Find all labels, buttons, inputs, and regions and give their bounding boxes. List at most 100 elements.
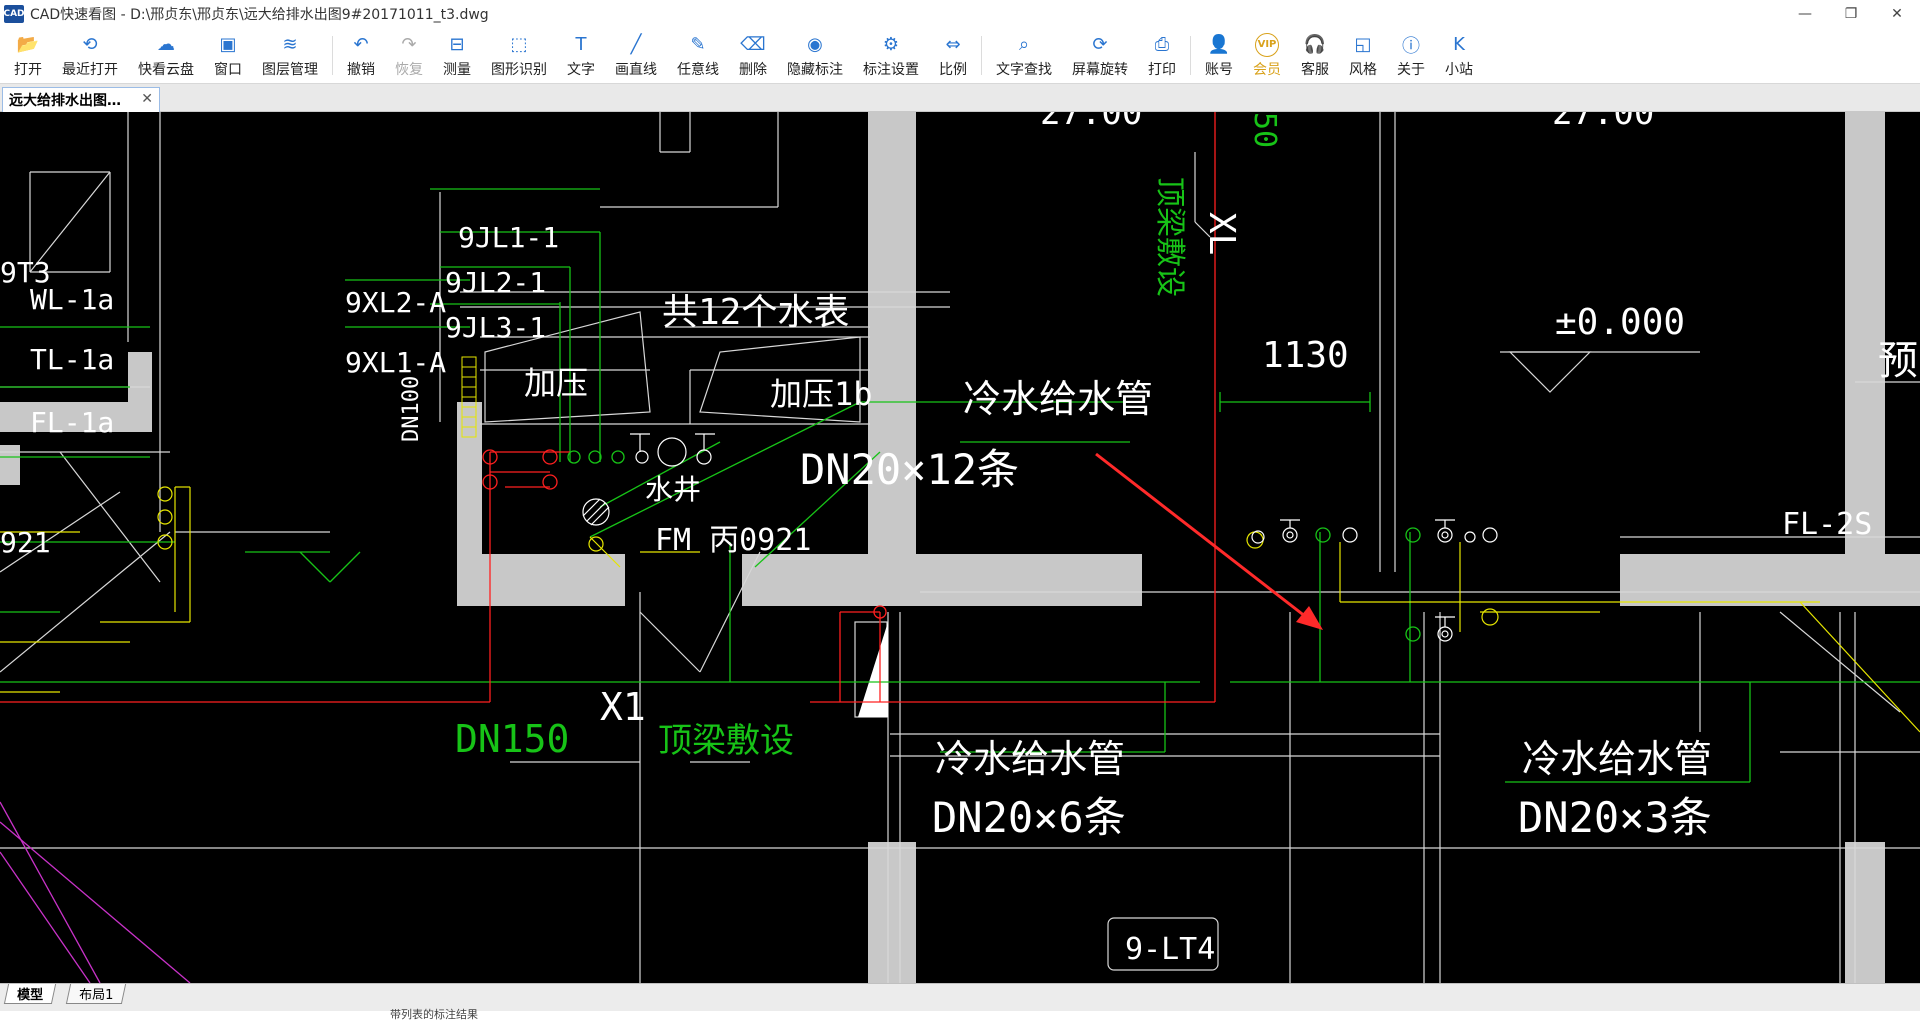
draw-line-icon: ╱ bbox=[630, 34, 642, 55]
toolbar-label: 图形识别 bbox=[491, 61, 547, 78]
toolbar-label: 会员 bbox=[1253, 61, 1281, 78]
toolbar-label: 隐藏标注 bbox=[787, 61, 843, 78]
tab-model[interactable]: 模型 bbox=[3, 984, 57, 1004]
text-search-button[interactable]: ⌕ 文字查找 bbox=[986, 28, 1062, 83]
pen-icon: ✎ bbox=[690, 34, 706, 55]
wall-column bbox=[128, 352, 152, 432]
toolbar-label: 文字查找 bbox=[996, 61, 1052, 78]
toolbar-label: 客服 bbox=[1301, 61, 1329, 78]
pen-button[interactable]: ✎ 任意线 bbox=[667, 28, 729, 83]
toolbar-label: 风格 bbox=[1349, 61, 1377, 78]
label-9xl1-a: 9XL1-A bbox=[345, 346, 446, 379]
toolbar-label: 测量 bbox=[443, 61, 471, 78]
app-logo-icon: CAD bbox=[3, 5, 25, 23]
toolbar-label: 标注设置 bbox=[863, 61, 919, 78]
toolbar-label: 快看云盘 bbox=[138, 61, 194, 78]
eye-button[interactable]: ◉ 隐藏标注 bbox=[777, 28, 853, 83]
label-cold-water-2: 冷水给水管 bbox=[935, 737, 1125, 781]
window-icon: ▣ bbox=[219, 34, 237, 55]
folder-open-icon: 📂 bbox=[16, 34, 40, 55]
cad-canvas[interactable]: 9JL1-1 9JL2-1 9JL3-1 9XL2-A 9XL1-A DN100… bbox=[0, 112, 1920, 983]
user-button[interactable]: 👤 账号 bbox=[1195, 28, 1243, 83]
label-fm: FM 丙0921 bbox=[655, 523, 811, 558]
close-button[interactable]: ✕ bbox=[1874, 0, 1920, 28]
main-toolbar: 📂 打开 ⟲ 最近打开 ☁ 快看云盘 ▣ 窗口 ≋ 图层管理 ↶ 撤销 ↷ 恢复 ⊟ 测量 ⬚ 图形识别 T 文字 ╱ 画… bbox=[0, 28, 1920, 84]
wall-segment bbox=[1620, 554, 1920, 606]
annotation-settings-button[interactable]: ⚙ 标注设置 bbox=[853, 28, 929, 83]
user-icon: 👤 bbox=[1207, 34, 1231, 55]
walls bbox=[0, 112, 1920, 983]
layers-button[interactable]: ≋ 图层管理 bbox=[252, 28, 328, 83]
label-beam-laying-1: 顶梁敷设 bbox=[658, 721, 794, 761]
window-controls: — ❐ ✕ bbox=[1782, 0, 1920, 28]
scale-button[interactable]: ⇔ 比例 bbox=[929, 28, 977, 83]
station-icon: K bbox=[1453, 34, 1465, 55]
label-921: 921 bbox=[0, 526, 51, 559]
status-text: 带列表的标注结果 bbox=[390, 1008, 478, 1021]
history-icon: ⟲ bbox=[82, 34, 98, 55]
eraser-icon: ⌫ bbox=[740, 34, 766, 55]
eraser-button[interactable]: ⌫ 删除 bbox=[729, 28, 777, 83]
label-9t3: 9T3 bbox=[0, 256, 51, 289]
window-button[interactable]: ▣ 窗口 bbox=[204, 28, 252, 83]
wall-column bbox=[868, 842, 916, 983]
layout-tab-bar: 模型 布局1 带列表的标注结果 bbox=[0, 983, 1920, 1021]
headset-button[interactable]: 🎧 客服 bbox=[1291, 28, 1339, 83]
restore-button[interactable]: ❐ bbox=[1828, 0, 1874, 28]
document-tab[interactable]: 远大给排水出图… ✕ bbox=[2, 87, 160, 112]
label-50: 50 bbox=[1247, 112, 1282, 148]
toolbar-label: 打开 bbox=[14, 61, 42, 78]
toolbar-label: 关于 bbox=[1397, 61, 1425, 78]
toolbar-separator bbox=[332, 36, 333, 75]
label-elev-top-2: 27.00 bbox=[1552, 112, 1654, 133]
toolbar-label: 小站 bbox=[1445, 61, 1473, 78]
label-dim-1130: 1130 bbox=[1262, 335, 1349, 376]
station-button[interactable]: K 小站 bbox=[1435, 28, 1483, 83]
label-9-lt4: 9-LT4 bbox=[1125, 932, 1215, 967]
rotate-button[interactable]: ⟳ 屏幕旋转 bbox=[1062, 28, 1138, 83]
tab-close-icon[interactable]: ✕ bbox=[141, 91, 153, 107]
shape-recognition-button[interactable]: ⬚ 图形识别 bbox=[481, 28, 557, 83]
label-dn20x12: DN20×12条 bbox=[800, 445, 1019, 494]
document-tab-label: 远大给排水出图… bbox=[9, 93, 121, 109]
undo-button[interactable]: ↶ 撤销 bbox=[337, 28, 385, 83]
label-9jl2-1: 9JL2-1 bbox=[445, 266, 546, 299]
minimize-button[interactable]: — bbox=[1782, 0, 1828, 28]
scale-icon: ⇔ bbox=[945, 34, 961, 55]
label-dn100: DN100 bbox=[399, 376, 424, 442]
label-jiaya: 加压 bbox=[524, 364, 588, 402]
vip-icon: VIP bbox=[1255, 32, 1279, 57]
info-button[interactable]: ⓘ 关于 bbox=[1387, 28, 1435, 83]
label-meters: 共12个水表 bbox=[662, 292, 849, 333]
white-text: 9JL1-1 9JL2-1 9JL3-1 9XL2-A 9XL1-A DN100… bbox=[0, 112, 1918, 967]
info-icon: ⓘ bbox=[1402, 35, 1420, 57]
redo-button[interactable]: ↷ 恢复 bbox=[385, 28, 433, 83]
measure-button[interactable]: ⊟ 测量 bbox=[433, 28, 481, 83]
undo-icon: ↶ bbox=[353, 34, 369, 55]
toolbar-label: 恢复 bbox=[395, 61, 423, 78]
vip-button[interactable]: VIP 会员 bbox=[1243, 28, 1291, 83]
measure-icon: ⊟ bbox=[449, 34, 465, 55]
label-jiaya-1b: 加压1b bbox=[770, 375, 873, 413]
wall-column bbox=[1845, 842, 1885, 983]
label-cold-water-1: 冷水给水管 bbox=[963, 377, 1153, 421]
folder-open-button[interactable]: 📂 打开 bbox=[4, 28, 52, 83]
printer-button[interactable]: ⎙ 打印 bbox=[1138, 28, 1186, 83]
cloud-button[interactable]: ☁ 快看云盘 bbox=[128, 28, 204, 83]
label-x1: X1 bbox=[600, 685, 646, 729]
text-search-icon: ⌕ bbox=[1018, 34, 1030, 55]
label-dn150: DN150 bbox=[455, 717, 569, 761]
toolbar-label: 删除 bbox=[739, 61, 767, 78]
draw-line-button[interactable]: ╱ 画直线 bbox=[605, 28, 667, 83]
text-button[interactable]: T 文字 bbox=[557, 28, 605, 83]
label-beam-laying-2: 顶梁敷设 bbox=[1152, 177, 1187, 297]
style-button[interactable]: ◱ 风格 bbox=[1339, 28, 1387, 83]
label-fl-2s: FL-2S bbox=[1782, 507, 1872, 542]
toolbar-label: 图层管理 bbox=[262, 61, 318, 78]
toolbar-label: 窗口 bbox=[214, 61, 242, 78]
printer-icon: ⎙ bbox=[1154, 34, 1170, 55]
tab-layout-1[interactable]: 布局1 bbox=[65, 984, 127, 1004]
label-9jl3-1: 9JL3-1 bbox=[445, 311, 546, 344]
wall-column bbox=[868, 112, 916, 605]
history-button[interactable]: ⟲ 最近打开 bbox=[52, 28, 128, 83]
